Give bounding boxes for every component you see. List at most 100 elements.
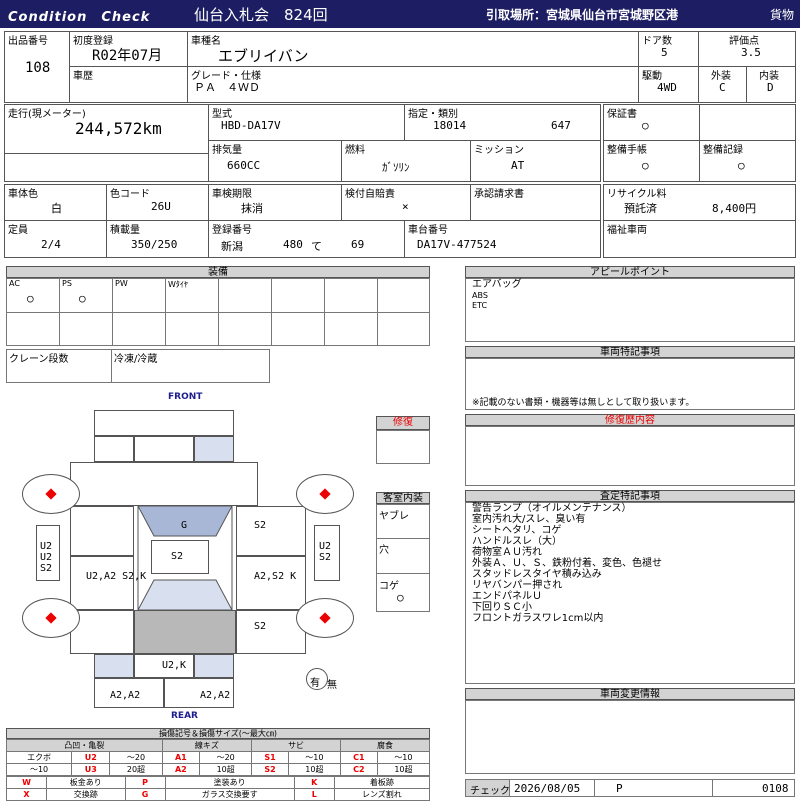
drive-value: 4WD <box>657 81 677 94</box>
legend-group: 腐食 <box>339 739 431 752</box>
appeal-line: ETC <box>472 301 488 310</box>
rear-label: REAR <box>171 711 198 721</box>
check-date: 2026/08/05 <box>514 782 581 795</box>
inspection-line: スタッドレスタイヤ積み込み <box>472 569 602 580</box>
legend-cell: 〜10 <box>287 751 341 764</box>
condition-check-title: Condition Check <box>8 10 151 25</box>
legend-cell: 交換跡 <box>46 788 126 801</box>
legend-code: P <box>124 776 166 789</box>
crane-label: クレーン段数 <box>9 354 69 365</box>
grade-value: ＰＡ ４ＷＤ <box>194 81 260 94</box>
fuel-label: 燃料 <box>345 145 365 156</box>
legend-cell: 板金あり <box>46 776 126 789</box>
legend-cell: 〜10 <box>376 751 431 764</box>
inspection-line: フロントガラスワレ1cm以内 <box>472 613 604 624</box>
car-name: エブリイバン <box>218 47 309 65</box>
ext-label: 外装 <box>711 71 731 82</box>
inspect-cell: 車検期限 抹消 <box>208 184 342 221</box>
record-label: 整備記録 <box>703 145 743 156</box>
rear-bumper-left-mark: A2,A2 <box>110 690 141 701</box>
spec-type: 18014 <box>433 119 467 132</box>
special-note: ※記載のない書類・機器等は無しとして取り扱います。 <box>472 398 695 408</box>
legend-code: C1 <box>339 751 378 764</box>
special-title: 車両特記事項 <box>465 346 795 358</box>
history-cell: 車歴 <box>69 66 188 103</box>
rear-mark: U2,K <box>162 660 187 671</box>
spec-label: 指定・類別 <box>408 109 458 120</box>
color-cell: 車体色 白 <box>4 184 107 221</box>
check-number: 0108 <box>762 782 789 795</box>
legend-code: C2 <box>339 763 378 776</box>
ext-cell: 外装 C <box>698 66 747 103</box>
load-label: 積載量 <box>110 225 140 236</box>
equipment-grid: AC PS PW Wﾀｲﾔ ○ ○ <box>6 278 430 346</box>
legend-code: A2 <box>161 763 201 776</box>
cc-value: 660CC <box>227 159 261 172</box>
front-right-corner <box>194 436 234 462</box>
legend-cell: ガラス交換要す <box>164 788 295 801</box>
lot-number: 108 <box>25 60 51 76</box>
rear-right-tire-icon <box>296 598 354 638</box>
manual-value: ○ <box>642 159 649 172</box>
plate-label: 登録番号 <box>212 225 252 236</box>
warranty-cell: 保証書 ○ <box>603 104 700 141</box>
hole-label: 穴 <box>379 545 389 556</box>
drive-cell: 駆動 4WD <box>638 66 699 103</box>
check-p: P <box>616 782 623 795</box>
left-front-door <box>70 506 134 556</box>
fuel-value: ｶﾞｿﾘﾝ <box>382 161 410 174</box>
rear-right-corner <box>194 654 234 678</box>
mission-cell: ミッション AT <box>470 140 601 182</box>
right-rear-door <box>236 556 306 610</box>
approval-label: 承認請求書 <box>474 189 524 200</box>
appeal-box: エアバッグ ABS ETC <box>465 278 795 342</box>
manual-cell: 整備手帳 ○ <box>603 140 700 182</box>
special-box: ※記載のない書類・機器等は無しとして取り扱います。 <box>465 358 795 410</box>
category-label: 貨物 <box>769 8 794 22</box>
door-label: ドア数 <box>642 36 672 47</box>
burn-mark: ○ <box>397 591 404 604</box>
legend-cell: 塗装あり <box>164 776 295 789</box>
int-grade: D <box>767 81 774 94</box>
cabin-interior-title: 客室内装 <box>376 492 430 504</box>
check-row: チェック 2026/08/05 P 0108 <box>465 779 795 797</box>
right-front-mark: S2 <box>254 520 267 531</box>
lot-label: 出品番号 <box>8 36 48 47</box>
repair-mark-box <box>376 430 430 464</box>
legend-cell: 〜10 <box>5 763 73 776</box>
mileage-cell: 走行(現メーター) 244,572km <box>4 104 209 182</box>
inspection-title: 査定特記事項 <box>465 490 795 502</box>
ext-grade: C <box>719 81 726 94</box>
record-cell: 整備記録 ○ <box>699 140 796 182</box>
name-label: 車種名 <box>191 36 221 47</box>
fuel-cell: 燃料 ｶﾞｿﾘﾝ <box>341 140 471 182</box>
front-right-tire-icon <box>296 474 354 514</box>
equip-wtire: Wﾀｲﾔ <box>168 280 188 289</box>
tear-label: ヤブレ <box>379 511 409 522</box>
reg-date: R02年07月 <box>92 48 163 64</box>
legend-code: W <box>6 776 47 789</box>
appeal-title: アピールポイント <box>465 266 795 278</box>
equip-ps-mark: ○ <box>79 292 86 305</box>
equip-pw: PW <box>115 279 128 288</box>
equip-ac-mark: ○ <box>27 292 34 305</box>
inspection-line: ハンドルスレ（大） <box>472 536 562 547</box>
check-label: チェック <box>470 786 510 797</box>
repair-title: 修復歴内容 <box>465 414 795 426</box>
blank-cell <box>699 104 796 141</box>
colorcode-value: 26U <box>151 200 171 213</box>
inspection-line: 室内汚れ大/スレ、臭い有 <box>472 514 586 525</box>
change-box <box>465 700 795 774</box>
legend-group: 線キズ <box>161 739 253 752</box>
spec-class: 647 <box>551 119 571 132</box>
inspection-line: 下回りＳＣ小 <box>472 602 532 613</box>
plate-number: 69 <box>351 238 365 251</box>
legend-code: L <box>293 788 335 801</box>
inspect-label: 車検期限 <box>212 189 252 200</box>
burn-label: コゲ <box>379 581 399 592</box>
door-count: 5 <box>661 46 668 59</box>
spec-cell: 指定・類別 18014 647 <box>404 104 601 141</box>
inspection-box: 警告ランプ（オイルメンテナンス） 室内汚れ大/スレ、臭い有 シートヘタリ、コゲ … <box>465 502 795 684</box>
front-label: FRONT <box>168 392 203 402</box>
capacity-label: 定員 <box>8 225 28 236</box>
